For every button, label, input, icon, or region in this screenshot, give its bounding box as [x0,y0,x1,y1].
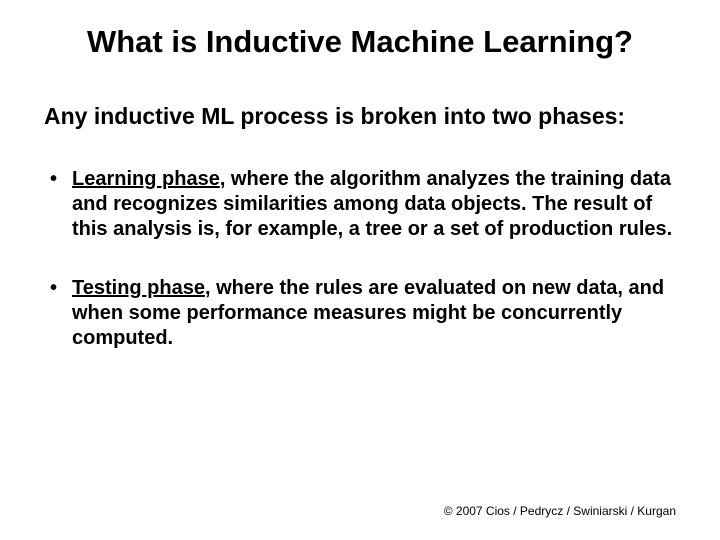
list-item: Testing phase, where the rules are evalu… [44,276,676,351]
phase-label: Learning phase [72,168,220,190]
phase-label: Testing phase [72,277,205,299]
bullet-list: Learning phase, where the algorithm anal… [44,167,676,351]
slide-content: What is Inductive Machine Learning? Any … [0,0,720,351]
list-item: Learning phase, where the algorithm anal… [44,167,676,242]
intro-text: Any inductive ML process is broken into … [44,102,676,131]
copyright-footer: © 2007 Cios / Pedrycz / Swiniarski / Kur… [444,504,676,518]
slide-title: What is Inductive Machine Learning? [44,24,676,60]
